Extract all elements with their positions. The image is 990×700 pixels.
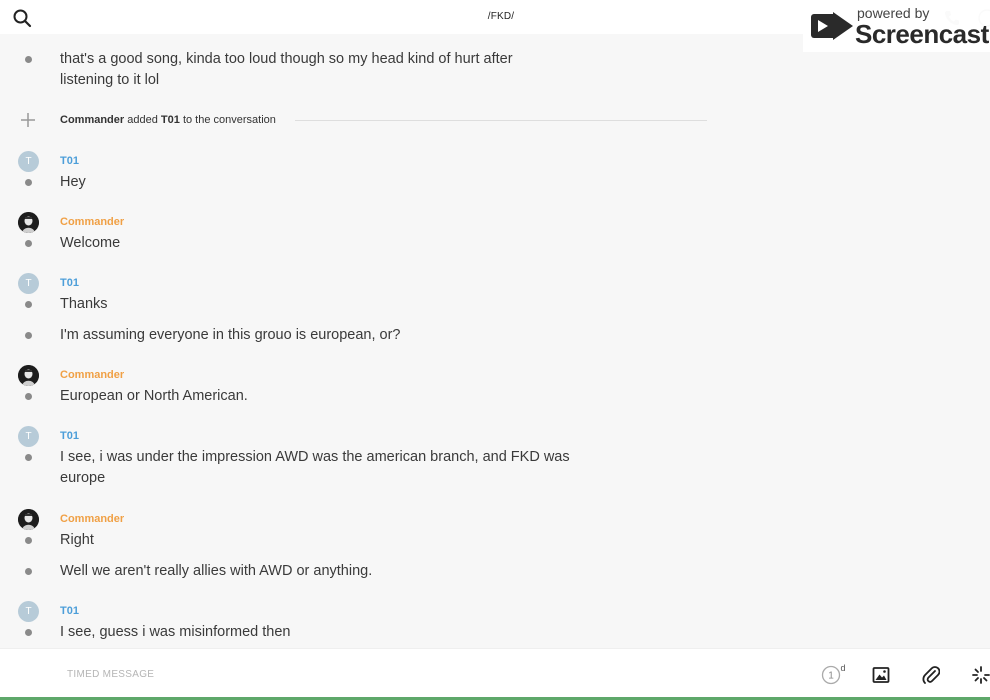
message-bullet [25,454,32,461]
system-target: T01 [160,114,180,126]
message-text: Well we aren't really allies with AWD or… [60,563,373,579]
commander-avatar-icon [18,509,39,530]
system-suffix: to the conversation [182,114,276,126]
system-verb: added [127,114,158,126]
message-text: Welcome [60,235,121,251]
timer-unit: d [840,663,845,673]
message-bullet [25,56,32,63]
avatar[interactable] [18,212,39,233]
system-actor: Commander [60,114,125,126]
author-name[interactable]: Commander [60,216,124,229]
author-name[interactable]: T01 [60,277,79,290]
message-list: that's a good song, kinda too loud thoug… [0,34,990,648]
message-bullet [25,537,32,544]
avatar[interactable]: T [18,273,39,294]
commander-avatar-icon [18,365,39,386]
message-bullet [25,179,32,186]
image-icon[interactable] [872,666,890,684]
message-text: Hey [60,174,86,190]
message-text: I see, guess i was misinformed then [60,624,291,640]
message-bullet [25,332,32,339]
message-text: I see, i was under the impression AWD wa… [60,449,570,486]
author-name[interactable]: Commander [60,513,124,526]
message-bullet [25,393,32,400]
author-name[interactable]: T01 [60,605,79,618]
message-text: Thanks [60,296,108,312]
timer-value: 1 [828,671,834,682]
paperclip-icon[interactable] [922,665,940,685]
message-composer: TIMED MESSAGE 1 d [0,648,990,700]
message-text: European or North American. [60,388,248,404]
plus-icon [21,113,35,127]
commander-avatar-icon [18,212,39,233]
system-notice-text: Commander added T01 to the conversation [60,114,276,126]
author-name[interactable]: Commander [60,369,124,382]
divider [295,120,707,121]
message-bullet [25,568,32,575]
message-bullet [25,301,32,308]
author-name[interactable]: T01 [60,155,79,168]
timer-icon[interactable]: 1 d [820,663,848,687]
message-bullet [25,629,32,636]
avatar[interactable] [18,509,39,530]
sparkle-icon[interactable] [971,665,990,685]
system-notice: Commander added T01 to the conversation [0,110,710,130]
message-text: that's a good song, kinda too loud thoug… [60,51,513,88]
avatar[interactable]: T [18,426,39,447]
message-bullet [25,240,32,247]
avatar[interactable]: T [18,151,39,172]
avatar[interactable] [18,365,39,386]
message-text: Right [60,532,94,548]
avatar[interactable]: T [18,601,39,622]
message-text: I'm assuming everyone in this grouo is e… [60,327,401,343]
message-input[interactable]: TIMED MESSAGE [67,669,154,680]
author-name[interactable]: T01 [60,430,79,443]
